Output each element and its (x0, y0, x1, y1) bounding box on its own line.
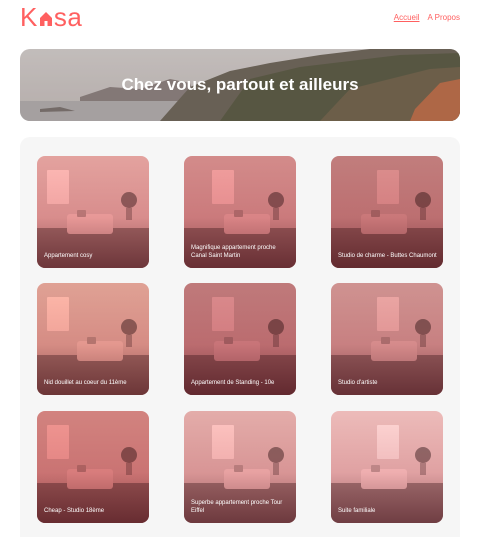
site-header: K sa Accueil A Propos (20, 0, 460, 38)
listing-title: Suite familiale (338, 508, 376, 514)
listing-card[interactable]: Appartement de Standing - 10e (184, 283, 296, 395)
listing-title: Nid douillet au coeur du 11ème (44, 380, 127, 386)
listing-title: Appartement cosy (44, 253, 93, 259)
logo-letters-sa: sa (53, 1, 83, 32)
listing-title: Superbe appartement proche Tour Eiffel (191, 500, 283, 514)
listings-gallery: Appartement cosy Magnifique appartement … (20, 137, 460, 537)
banner-title: Chez vous, partout et ailleurs (121, 75, 359, 94)
listing-card[interactable]: Superbe appartement proche Tour Eiffel (184, 411, 296, 523)
hero-banner: Chez vous, partout et ailleurs (20, 49, 460, 121)
listing-title: Studio d'artiste (338, 380, 378, 386)
listing-title: Cheap - Studio 18ème (44, 508, 105, 514)
kasa-logo[interactable]: K sa (20, 1, 83, 32)
listing-card[interactable]: Magnifique appartement proche Canal Sain… (184, 156, 296, 268)
listing-card[interactable]: Suite familiale (331, 411, 443, 523)
listing-card[interactable]: Studio d'artiste (331, 283, 443, 395)
listing-title: Magnifique appartement proche Canal Sain… (191, 245, 276, 259)
listing-card[interactable]: Appartement cosy (37, 156, 149, 268)
logo-letter-k: K (20, 1, 38, 32)
listing-card[interactable]: Cheap - Studio 18ème (37, 411, 149, 523)
nav-link-accueil[interactable]: Accueil (394, 13, 420, 22)
main-nav: Accueil A Propos (394, 13, 460, 22)
listing-card[interactable]: Studio de charme - Buttes Chaumont (331, 156, 443, 268)
nav-link-a-propos[interactable]: A Propos (428, 13, 460, 22)
listing-title: Studio de charme - Buttes Chaumont (338, 253, 437, 259)
listing-title: Appartement de Standing - 10e (191, 380, 275, 386)
house-icon (39, 12, 52, 26)
listing-card[interactable]: Nid douillet au coeur du 11ème (37, 283, 149, 395)
